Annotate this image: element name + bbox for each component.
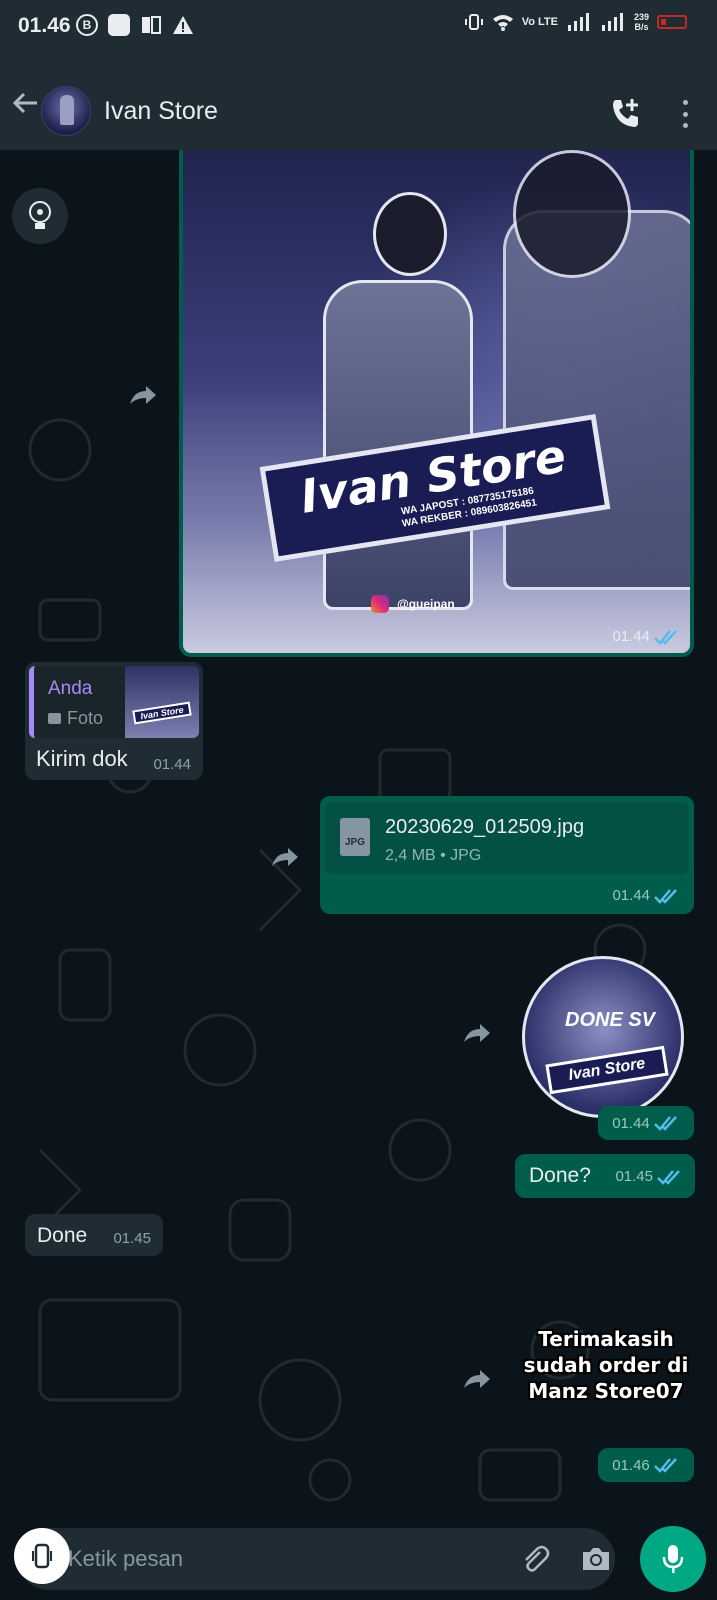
message-text: Done? (529, 1164, 591, 1187)
image-message[interactable]: Ivan Store WA JAPOST : 087735175186 WA R… (179, 150, 694, 657)
forward-icon[interactable] (462, 1368, 492, 1390)
quote-type: Foto (48, 708, 103, 729)
battery-icon (657, 15, 687, 29)
reply-message[interactable]: Anda Foto Ivan Store Kirim dok 01.44 (25, 662, 203, 780)
b-icon: B (76, 14, 98, 36)
sticker-meta: 01.44 (598, 1106, 694, 1140)
quoted-message[interactable]: Anda Foto Ivan Store (29, 666, 199, 738)
paperclip-icon[interactable] (520, 1544, 550, 1574)
file-meta: 2,4 MB • JPG (385, 847, 482, 864)
status-right-icons: Vo LTE 239 B/s (464, 12, 687, 32)
double-check-icon (657, 1169, 680, 1185)
double-check-icon (654, 888, 677, 904)
file-name: 20230629_012509.jpg (385, 816, 585, 838)
vibrate-icon (464, 14, 483, 30)
forward-icon[interactable] (270, 846, 300, 868)
message-time: 01.44 (153, 756, 191, 773)
instagram-icon (371, 595, 389, 613)
double-check-icon (653, 1458, 677, 1473)
signal-icon-1 (567, 13, 589, 31)
net-speed: 239 B/s (633, 12, 649, 32)
wifi-icon (492, 15, 513, 31)
file-icon: JPG (340, 818, 370, 856)
status-bar: 01.46 B Vo LTE 239 B/s (0, 0, 717, 56)
sticker-toggle-icon[interactable] (14, 1528, 70, 1584)
arrow-left-icon[interactable] (10, 88, 40, 118)
text-sticker-message[interactable]: Terimakasih sudah order di Manz Store07 (515, 1326, 697, 1406)
status-left-icons: B (76, 14, 194, 36)
sticker-message[interactable]: DONE SV Ivan Store (522, 956, 684, 1118)
incoming-message[interactable]: Done 01.45 (25, 1214, 163, 1256)
quote-author: Anda (48, 678, 93, 699)
message-text: Kirim dok (36, 746, 128, 771)
mic-button[interactable] (640, 1526, 706, 1592)
chat-header: Ivan Store (0, 56, 717, 150)
sticker-meta: 01.46 (598, 1448, 694, 1482)
outgoing-message[interactable]: Done? 01.45 (515, 1154, 695, 1198)
document-card[interactable]: JPG 20230629_012509.jpg 2,4 MB • JPG (325, 802, 689, 874)
message-meta: 01.44 (612, 628, 680, 645)
forward-icon[interactable] (128, 384, 158, 406)
message-text: Done (37, 1224, 88, 1247)
message-time: 01.45 (113, 1230, 151, 1247)
compose-bar (0, 1526, 717, 1600)
message-input[interactable] (68, 1542, 488, 1576)
mic-icon (662, 1545, 684, 1573)
document-message[interactable]: JPG 20230629_012509.jpg 2,4 MB • JPG 01.… (320, 796, 694, 914)
message-meta: 01.45 (615, 1168, 683, 1185)
avatar[interactable] (41, 86, 91, 136)
instagram-handle: @gueipan_ (371, 595, 461, 613)
forward-icon[interactable] (462, 1022, 492, 1044)
chat-title[interactable]: Ivan Store (104, 97, 218, 126)
signal-icon-2 (601, 13, 623, 31)
photo-icon (48, 713, 61, 724)
warning-icon (173, 16, 193, 34)
message-meta: 01.44 (612, 887, 680, 904)
chat-area[interactable]: Ivan Store WA JAPOST : 087735175186 WA R… (0, 150, 717, 1528)
bulb-icon[interactable] (12, 188, 68, 244)
camera-icon[interactable] (580, 1544, 612, 1574)
network-type: Vo LTE (521, 16, 558, 28)
app-icon (108, 14, 130, 36)
status-time: 01.46 (18, 14, 71, 37)
add-call-icon[interactable] (608, 96, 644, 132)
double-check-icon (654, 629, 677, 645)
nfc-icon (142, 16, 161, 34)
double-check-icon (653, 1116, 677, 1131)
quote-thumbnail: Ivan Store (125, 666, 199, 738)
more-vert-icon[interactable] (675, 96, 695, 132)
